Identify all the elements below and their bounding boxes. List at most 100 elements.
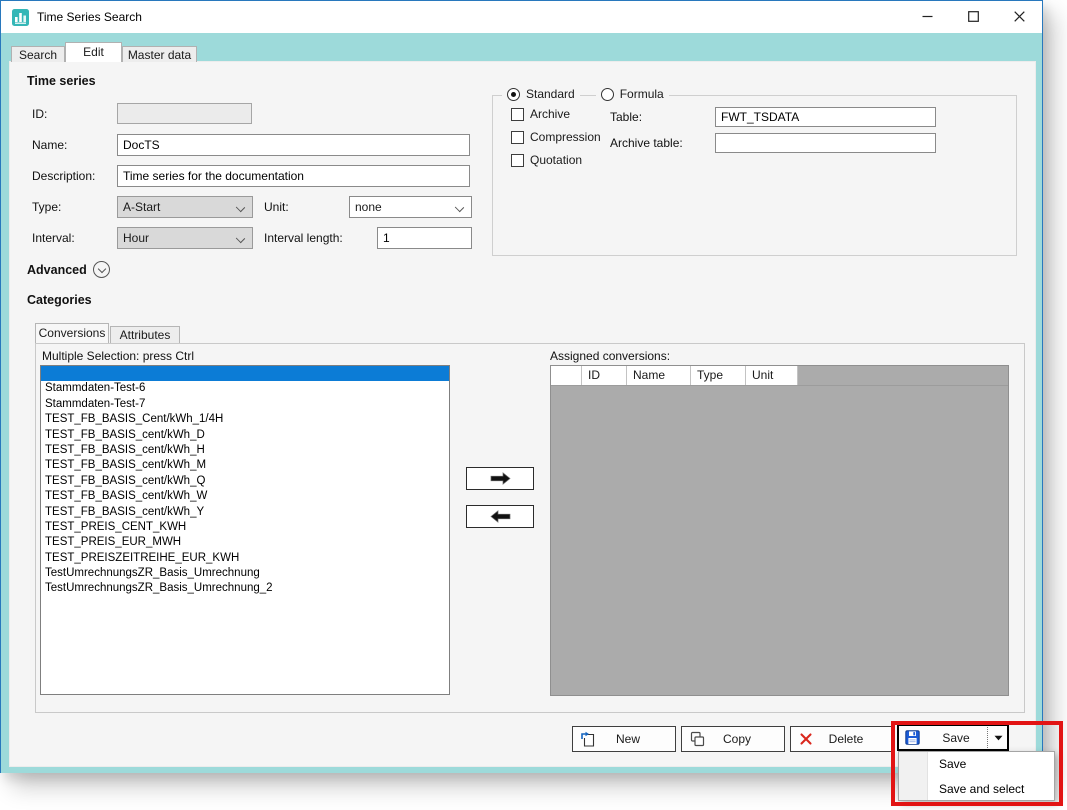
list-item-label: TEST_PREIS_EUR_MWH: [45, 536, 181, 548]
list-item[interactable]: TEST_FB_BASIS_cent/kWh_H: [41, 443, 449, 458]
tab-attributes[interactable]: Attributes: [110, 326, 180, 343]
titlebar: Time Series Search: [1, 1, 1042, 33]
delete-button-label: Delete: [821, 732, 871, 746]
available-conversions-list[interactable]: Stammdaten-Test-6 Stammdaten-Test-7 TEST…: [40, 365, 450, 695]
list-item[interactable]: Stammdaten-Test-6: [41, 381, 449, 396]
checkbox-archive[interactable]: Archive: [511, 107, 570, 121]
column-header-name[interactable]: Name: [627, 366, 691, 385]
list-item[interactable]: [41, 366, 449, 381]
radio-formula[interactable]: Formula: [596, 86, 669, 102]
advanced-label: Advanced: [27, 263, 87, 277]
tab-conversions-label: Conversions: [39, 326, 106, 340]
advanced-expander chevron-down-circle-icon[interactable]: [93, 261, 110, 278]
name-field[interactable]: [117, 134, 470, 156]
chevron-down-icon: [455, 203, 464, 212]
assigned-conversions-table: ID Name Type Unit: [550, 365, 1009, 696]
archive-table-field[interactable]: [715, 133, 936, 153]
description-field[interactable]: [117, 165, 470, 187]
screenshot-stage: Time Series Search Search Edit Master da…: [0, 0, 1067, 810]
tab-conversions[interactable]: Conversions: [35, 323, 109, 343]
delete-x-icon: [791, 732, 821, 746]
list-item-label: TEST_FB_BASIS_cent/kWh_Y: [45, 506, 204, 518]
radio-formula-label: Formula: [620, 87, 664, 101]
list-item[interactable]: TEST_PREIS_CENT_KWH: [41, 520, 449, 535]
list-item-label: Stammdaten-Test-7: [45, 398, 145, 410]
column-header-selector[interactable]: [551, 366, 582, 385]
unit-select-value: none: [355, 200, 382, 214]
categories-label: Categories: [27, 293, 92, 307]
new-button[interactable]: New: [572, 726, 676, 752]
list-item[interactable]: Stammdaten-Test-7: [41, 397, 449, 412]
copy-icon: [682, 731, 712, 747]
tab-master-data[interactable]: Master data: [122, 46, 197, 62]
list-item[interactable]: TEST_FB_BASIS_Cent/kWh_1/4H: [41, 412, 449, 427]
checkbox-compression-box: [511, 131, 524, 144]
tab-search-label: Search: [19, 48, 57, 62]
type-label: Type:: [32, 200, 61, 214]
app-window: Time Series Search Search Edit Master da…: [0, 0, 1043, 773]
assign-button arrow-right-icon[interactable]: [466, 467, 534, 490]
interval-length-field[interactable]: [377, 227, 472, 249]
archive-table-label: Archive table:: [610, 136, 683, 150]
list-item-label: TEST_PREISZEITREIHE_EUR_KWH: [45, 552, 239, 564]
column-header-id[interactable]: ID: [582, 366, 627, 385]
delete-button[interactable]: Delete: [790, 726, 894, 752]
checkbox-quotation-label: Quotation: [530, 153, 582, 167]
radio-standard-label: Standard: [526, 87, 575, 101]
maximize-button maximize-icon[interactable]: [950, 1, 996, 32]
name-label: Name:: [32, 138, 67, 152]
list-item[interactable]: TEST_FB_BASIS_cent/kWh_Q: [41, 474, 449, 489]
save-floppy-icon: [899, 730, 925, 745]
chevron-down-icon: [236, 203, 245, 212]
copy-button[interactable]: Copy: [681, 726, 785, 752]
save-split-divider: [987, 727, 988, 748]
table-label: Table:: [610, 110, 642, 124]
list-item[interactable]: TEST_PREIS_EUR_MWH: [41, 535, 449, 550]
id-field: [117, 103, 252, 124]
interval-select[interactable]: Hour: [117, 227, 253, 249]
list-item[interactable]: TEST_FB_BASIS_cent/kWh_W: [41, 489, 449, 504]
type-select[interactable]: A-Start: [117, 196, 253, 218]
column-header-unit[interactable]: Unit: [746, 366, 798, 385]
assigned-table-header: ID Name Type Unit: [551, 366, 1008, 386]
checkbox-archive-label: Archive: [530, 107, 570, 121]
list-item[interactable]: TEST_FB_BASIS_cent/kWh_D: [41, 428, 449, 443]
list-item-label: TEST_FB_BASIS_cent/kWh_D: [45, 429, 205, 441]
save-dropdown-arrow-icon[interactable]: [990, 735, 1007, 741]
unit-label: Unit:: [264, 200, 289, 214]
tab-attributes-label: Attributes: [120, 328, 171, 342]
new-document-icon: [573, 731, 603, 748]
list-item[interactable]: TEST_FB_BASIS_cent/kWh_Y: [41, 505, 449, 520]
save-button-label: Save: [925, 731, 987, 745]
menu-item-save[interactable]: Save: [899, 752, 1054, 777]
save-dropdown-menu: Save Save and select: [898, 751, 1055, 801]
checkbox-quotation[interactable]: Quotation: [511, 153, 582, 167]
radio-standard[interactable]: Standard: [502, 86, 580, 102]
unit-select[interactable]: none: [349, 196, 472, 218]
list-item-label: TEST_FB_BASIS_cent/kWh_M: [45, 459, 206, 471]
unassign-button arrow-left-icon[interactable]: [466, 505, 534, 528]
close-button close-icon[interactable]: [996, 1, 1042, 32]
tab-search[interactable]: Search: [11, 46, 65, 62]
multiple-selection-hint: Multiple Selection: press Ctrl: [42, 349, 194, 363]
time-series-section-title: Time series: [27, 74, 96, 88]
list-item[interactable]: TEST_FB_BASIS_cent/kWh_M: [41, 458, 449, 473]
save-button[interactable]: Save: [897, 724, 1009, 751]
radio-standard-circle: [507, 88, 520, 101]
edit-tab-panel: Time series ID: Name: Description: Type:…: [9, 61, 1036, 767]
checkbox-compression[interactable]: Compression: [511, 130, 601, 144]
list-item[interactable]: TestUmrechnungsZR_Basis_Umrechnung_2: [41, 581, 449, 596]
menu-item-save-and-select[interactable]: Save and select: [899, 777, 1054, 802]
type-select-value: A-Start: [123, 200, 160, 214]
column-header-type[interactable]: Type: [691, 366, 746, 385]
list-item-label: TestUmrechnungsZR_Basis_Umrechnung: [45, 567, 260, 579]
list-item-label: TEST_FB_BASIS_Cent/kWh_1/4H: [45, 413, 223, 425]
app-icon bar-chart-icon: [12, 9, 29, 26]
table-field[interactable]: [715, 107, 936, 127]
list-item[interactable]: TestUmrechnungsZR_Basis_Umrechnung: [41, 566, 449, 581]
chevron-down-icon: [236, 234, 245, 243]
minimize-button minimize-icon[interactable]: [904, 1, 950, 32]
tab-edit[interactable]: Edit: [65, 42, 122, 62]
checkbox-compression-label: Compression: [530, 130, 601, 144]
list-item[interactable]: TEST_PREISZEITREIHE_EUR_KWH: [41, 551, 449, 566]
